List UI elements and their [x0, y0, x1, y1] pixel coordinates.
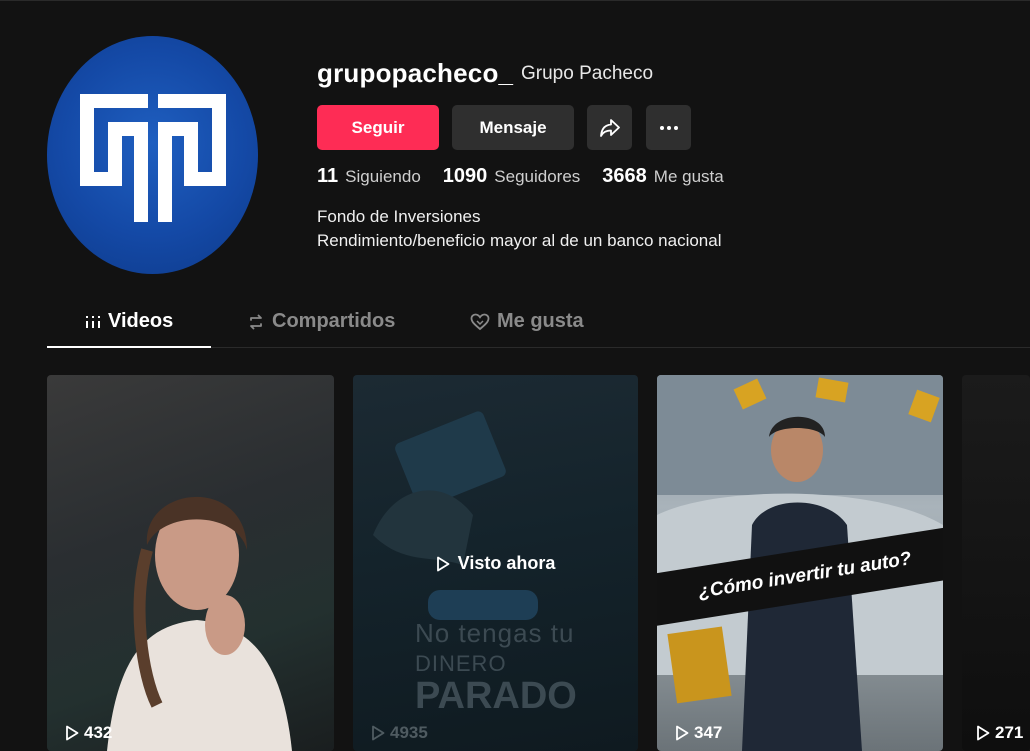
active-tab-indicator: [47, 346, 211, 348]
view-count: 347: [675, 723, 722, 743]
nickname: Grupo Pacheco: [521, 63, 654, 84]
overlay-line-1: No tengas tu: [415, 618, 575, 648]
play-icon: [372, 725, 385, 741]
video-card-4[interactable]: 271: [962, 375, 1030, 751]
view-count-value: 4935: [390, 723, 428, 742]
profile-avatar[interactable]: [47, 36, 258, 274]
view-count: 271: [976, 723, 1023, 743]
bio-line-2: Rendimiento/beneficio mayor al de un ban…: [317, 231, 722, 250]
heart-icon: [470, 313, 490, 330]
view-count: 432: [65, 723, 112, 743]
video-card-3[interactable]: ¿Cómo invertir tu auto? 347: [657, 375, 943, 751]
tab-videos-label: Videos: [108, 310, 174, 332]
play-icon: [66, 725, 79, 741]
view-count-value: 432: [84, 723, 113, 742]
share-icon: [599, 118, 620, 137]
likes-label: Me gusta: [653, 167, 724, 186]
play-icon: [436, 556, 450, 571]
followers-stat[interactable]: 1090 Seguidores: [443, 165, 581, 188]
follow-button[interactable]: Seguir: [317, 105, 439, 150]
video-thumbnail-1: [107, 496, 292, 751]
username: grupopacheco_: [317, 58, 514, 88]
overlay-line-3: PARADO: [415, 675, 577, 717]
followers-label: Seguidores: [494, 167, 581, 186]
share-button[interactable]: [587, 105, 632, 150]
video-overlay-text: No tengas tu DINERO PARADO: [415, 618, 577, 718]
following-label: Siguiendo: [345, 167, 421, 186]
view-count-value: 271: [995, 723, 1024, 742]
play-icon: [676, 725, 689, 741]
top-border: [0, 0, 1030, 1]
likes-count: 3668: [602, 165, 647, 187]
more-icon: [659, 125, 678, 130]
tab-liked[interactable]: Me gusta: [470, 310, 584, 333]
watched-label: Visto ahora: [457, 553, 556, 573]
tab-shared-label: Compartidos: [272, 310, 396, 332]
profile-tabs: Videos Compartidos Me gusta: [47, 302, 1030, 348]
profile-bio: Fondo de Inversiones Rendimiento/benefic…: [317, 205, 721, 253]
grid-icon: [86, 315, 100, 328]
likes-stat: 3668 Me gusta: [602, 165, 723, 188]
gp-logo-icon: [80, 94, 226, 222]
video-card-1[interactable]: 432: [47, 375, 334, 751]
profile-stats: 11 Siguiendo 1090 Seguidores 3668 Me gusta: [317, 165, 724, 188]
tab-shared[interactable]: Compartidos: [247, 310, 395, 333]
followers-count: 1090: [442, 165, 488, 187]
video-card-2[interactable]: Visto ahora No tengas tu DINERO PARADO 4…: [353, 375, 638, 751]
play-icon: [977, 725, 990, 741]
more-button[interactable]: [646, 105, 691, 150]
view-count: 4935: [371, 723, 428, 743]
bio-line-1: Fondo de Inversiones: [317, 207, 481, 226]
following-stat[interactable]: 11 Siguiendo: [317, 165, 421, 188]
tab-videos[interactable]: Videos: [85, 310, 173, 333]
tab-liked-label: Me gusta: [497, 310, 584, 332]
overlay-line-2: DINERO: [415, 651, 507, 676]
view-count-value: 347: [694, 723, 723, 742]
message-button[interactable]: Mensaje: [452, 105, 574, 150]
watched-indicator: Visto ahora: [353, 553, 638, 574]
following-count: 11: [317, 165, 339, 187]
repost-icon: [250, 314, 262, 329]
